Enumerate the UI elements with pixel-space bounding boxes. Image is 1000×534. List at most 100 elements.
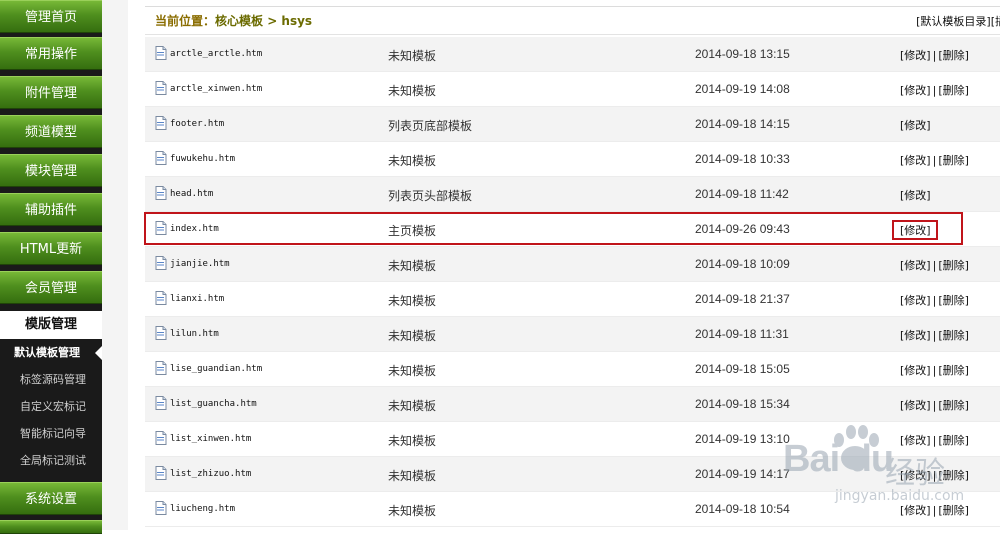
file-description: 未知模板 <box>388 469 437 483</box>
nav-plugins[interactable]: 辅助插件 <box>0 193 102 226</box>
table-row: head.htm 列表页头部模板 2014-09-18 11:42 [修改] <box>145 177 1000 212</box>
file-icon <box>155 256 167 270</box>
file-modified-date: 2014-09-18 11:31 <box>695 327 789 341</box>
subnav-tag-wizard[interactable]: 智能标记向导 <box>0 420 102 447</box>
delete-link[interactable]: [删除] <box>938 154 969 167</box>
edit-link[interactable]: [修改] <box>900 364 931 377</box>
delete-link[interactable]: [删除] <box>938 294 969 307</box>
nav-template-manage[interactable]: 模版管理 <box>0 311 102 339</box>
delete-link[interactable]: [删除] <box>938 434 969 447</box>
row-actions: [修改] | [删除] <box>900 292 969 308</box>
delete-link[interactable]: [删除] <box>938 49 969 62</box>
row-actions: [修改] | [删除] <box>900 152 969 168</box>
edit-link[interactable]: [修改] <box>900 294 931 307</box>
file-icon <box>155 466 167 480</box>
file-modified-date: 2014-09-18 10:09 <box>695 257 790 271</box>
nav-system-settings[interactable]: 系统设置 <box>0 482 102 515</box>
table-row: footer.htm 列表页底部模板 2014-09-18 14:15 [修改] <box>145 107 1000 142</box>
file-icon <box>155 46 167 60</box>
delete-link[interactable]: [删除] <box>938 364 969 377</box>
file-name-link[interactable]: lianxi.htm <box>170 294 224 304</box>
file-modified-date: 2014-09-18 11:42 <box>695 187 789 201</box>
nav-admin-home[interactable]: 管理首页 <box>0 0 102 33</box>
file-name-link[interactable]: jianjie.htm <box>170 259 230 269</box>
breadcrumb-path[interactable]: 核心模板 > hsys <box>215 14 312 28</box>
row-actions: [修改] | [删除] <box>900 362 969 378</box>
file-name-link[interactable]: lise_guandian.htm <box>170 364 262 374</box>
edit-link[interactable]: [修改] <box>900 434 931 447</box>
file-description: 未知模板 <box>388 329 437 343</box>
default-template-dir-link[interactable]: [默认模板目录] <box>916 15 991 28</box>
file-icon <box>155 291 167 305</box>
row-actions: [修改] | [删除] <box>900 327 969 343</box>
file-name-link[interactable]: list_zhizuo.htm <box>170 469 251 479</box>
file-modified-date: 2014-09-18 15:34 <box>695 397 790 411</box>
row-actions: [修改] | [删除] <box>900 257 969 273</box>
row-actions: [修改] | [删除] <box>900 432 969 448</box>
edit-link[interactable]: [修改] <box>900 259 931 272</box>
subnav-default-templates[interactable]: 默认模板管理 <box>0 339 102 366</box>
row-actions: [修改] | [删除] <box>900 502 969 518</box>
edit-link[interactable]: [修改] <box>900 49 931 62</box>
file-icon <box>155 431 167 445</box>
edit-link[interactable]: [修改] <box>900 329 931 342</box>
insert-link-partial[interactable]: [插 <box>991 15 1000 28</box>
delete-link[interactable]: [删除] <box>938 329 969 342</box>
top-border <box>145 0 1000 7</box>
delete-link[interactable]: [删除] <box>938 504 969 517</box>
nav-common-ops[interactable]: 常用操作 <box>0 37 102 70</box>
table-row: arctle_arctle.htm 未知模板 2014-09-18 13:15 [修改… <box>145 37 1000 72</box>
delete-link[interactable]: [删除] <box>938 259 969 272</box>
nav-attachments[interactable]: 附件管理 <box>0 76 102 109</box>
nav-module-manage[interactable]: 模块管理 <box>0 154 102 187</box>
row-actions: [修改] | [删除] <box>900 467 969 483</box>
edit-link[interactable]: [修改] <box>900 154 931 167</box>
main-content: 当前位置：核心模板 > hsys [默认模板目录][插 arctle_arctl… <box>144 0 1000 530</box>
file-name-link[interactable]: arctle_arctle.htm <box>170 49 262 59</box>
subnav-custom-macro[interactable]: 自定义宏标记 <box>0 393 102 420</box>
edit-link[interactable]: [修改] <box>900 119 931 132</box>
file-name-link[interactable]: liucheng.htm <box>170 504 235 514</box>
edit-link[interactable]: [修改] <box>900 469 931 482</box>
edit-link[interactable]: [修改] <box>900 189 931 202</box>
file-description: 未知模板 <box>388 294 437 308</box>
top-links: [默认模板目录][插 <box>916 13 1000 29</box>
file-name-link[interactable]: list_guancha.htm <box>170 399 257 409</box>
table-row: lianxi.htm 未知模板 2014-09-18 21:37 [修改] | [删除] <box>145 282 1000 317</box>
row-actions: [修改] | [删除] <box>900 47 969 63</box>
file-modified-date: 2014-09-18 13:15 <box>695 47 790 61</box>
subnav-tag-source[interactable]: 标签源码管理 <box>0 366 102 393</box>
file-name-link[interactable]: footer.htm <box>170 119 224 129</box>
row-actions: [修改] <box>900 117 931 133</box>
highlight-edit-box <box>892 220 938 240</box>
file-description: 未知模板 <box>388 49 437 63</box>
nav-members[interactable]: 会员管理 <box>0 271 102 304</box>
file-name-link[interactable]: lilun.htm <box>170 329 219 339</box>
edit-link[interactable]: [修改] <box>900 504 931 517</box>
file-icon <box>155 396 167 410</box>
edit-link[interactable]: [修改] <box>900 399 931 412</box>
file-modified-date: 2014-09-19 14:08 <box>695 82 790 96</box>
file-name-link[interactable]: head.htm <box>170 189 213 199</box>
file-name-link[interactable]: list_xinwen.htm <box>170 434 251 444</box>
nav-next-partial[interactable] <box>0 520 102 534</box>
subnav-global-tag-test[interactable]: 全局标记测试 <box>0 447 102 474</box>
table-row: lilun.htm 未知模板 2014-09-18 11:31 [修改] | [删除] <box>145 317 1000 352</box>
delete-link[interactable]: [删除] <box>938 399 969 412</box>
nav-html-update[interactable]: HTML更新 <box>0 232 102 265</box>
table-row: list_zhizuo.htm 未知模板 2014-09-19 14:17 [修改] |… <box>145 457 1000 492</box>
edit-link[interactable]: [修改] <box>900 84 931 97</box>
delete-link[interactable]: [删除] <box>938 469 969 482</box>
file-icon <box>155 361 167 375</box>
nav-channel-model[interactable]: 频道模型 <box>0 115 102 148</box>
table-row: lise_guandian.htm 未知模板 2014-09-18 15:05 [修改… <box>145 352 1000 387</box>
frame-divider <box>102 0 128 530</box>
file-icon <box>155 326 167 340</box>
file-description: 未知模板 <box>388 364 437 378</box>
breadcrumb: 当前位置：核心模板 > hsys <box>155 12 312 29</box>
file-modified-date: 2014-09-19 14:17 <box>695 467 790 481</box>
file-name-link[interactable]: arctle_xinwen.htm <box>170 84 262 94</box>
delete-link[interactable]: [删除] <box>938 84 969 97</box>
row-actions: [修改] | [删除] <box>900 82 969 98</box>
file-name-link[interactable]: fuwukehu.htm <box>170 154 235 164</box>
